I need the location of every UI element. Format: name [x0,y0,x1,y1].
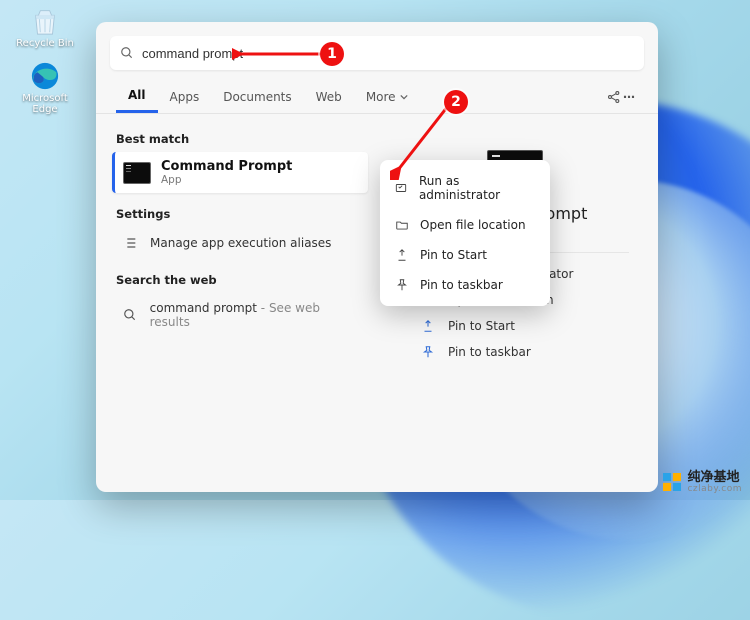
edge-icon [30,61,60,91]
pin-icon [394,248,410,262]
web-term: command prompt [150,301,257,315]
tab-all-label: All [128,88,146,102]
action-label: Pin to taskbar [448,345,531,359]
tab-apps-label: Apps [170,90,200,104]
ctx-pin-taskbar[interactable]: Pin to taskbar [380,270,550,300]
ctx-label: Pin to taskbar [420,278,503,292]
action-pin-taskbar[interactable]: Pin to taskbar [414,339,644,365]
badge-text: 1 [327,46,337,62]
pin-icon [394,278,410,292]
settings-item-label: Manage app execution aliases [150,236,331,250]
results-column: Best match Command Prompt App Settings M… [96,114,376,492]
best-match-subtitle: App [161,174,292,186]
search-input[interactable] [142,46,634,61]
pin-icon [418,319,438,333]
ctx-label: Pin to Start [420,248,487,262]
watermark: 纯净基地 czlaby.com [663,471,742,494]
more-options-icon[interactable]: ⋯ [622,89,638,105]
best-match-title: Command Prompt [161,159,292,174]
edge-shortcut[interactable]: Microsoft Edge [10,55,80,121]
recycle-bin-label: Recycle Bin [16,38,74,49]
best-match-text: Command Prompt App [161,159,292,186]
action-label: Pin to Start [448,319,515,333]
pin-icon [418,345,438,359]
section-best-match: Best match [116,132,364,146]
section-settings: Settings [116,207,364,221]
tab-more-label: More [366,90,396,104]
folder-icon [394,218,410,232]
tab-web-label: Web [316,90,342,104]
chevron-down-icon [400,93,408,101]
context-menu: Run as administrator Open file location … [380,160,550,306]
shield-icon [394,181,409,195]
watermark-logo-icon [663,473,681,491]
trash-icon [30,6,60,36]
watermark-url: czlaby.com [687,485,742,494]
tab-documents[interactable]: Documents [211,80,303,113]
recycle-bin-shortcut[interactable]: Recycle Bin [10,0,80,55]
search-tabs: All Apps Documents Web More ⋯ [96,80,658,114]
ctx-run-admin[interactable]: Run as administrator [380,166,550,210]
search-icon [120,308,140,322]
annotation-badge-1: 1 [320,42,344,66]
ctx-label: Run as administrator [419,174,536,202]
ctx-pin-start[interactable]: Pin to Start [380,240,550,270]
action-pin-start[interactable]: Pin to Start [414,313,644,339]
desktop-shortcuts: Recycle Bin Microsoft Edge [10,0,80,121]
share-icon[interactable] [606,89,622,105]
search-icon [120,46,134,60]
badge-text: 2 [451,94,461,110]
search-content: Best match Command Prompt App Settings M… [96,114,658,492]
ctx-label: Open file location [420,218,526,232]
section-search-web: Search the web [116,273,364,287]
best-match-item[interactable]: Command Prompt App [112,152,368,193]
search-bar[interactable] [110,36,644,70]
annotation-badge-2: 2 [444,90,468,114]
cmd-icon [123,162,151,184]
tab-all[interactable]: All [116,80,158,113]
ctx-open-location[interactable]: Open file location [380,210,550,240]
tab-more[interactable]: More [354,80,420,113]
start-search-panel: All Apps Documents Web More ⋯ Best match… [96,22,658,492]
watermark-name: 纯净基地 [687,471,742,485]
tab-documents-label: Documents [223,90,291,104]
tab-apps[interactable]: Apps [158,80,212,113]
tab-web[interactable]: Web [304,80,354,113]
settings-item[interactable]: Manage app execution aliases [112,227,368,259]
edge-label: Microsoft Edge [12,93,78,115]
web-result-text: command prompt - See web results [150,301,360,329]
web-result-item[interactable]: command prompt - See web results [112,293,368,337]
settings-list-icon [120,235,140,251]
